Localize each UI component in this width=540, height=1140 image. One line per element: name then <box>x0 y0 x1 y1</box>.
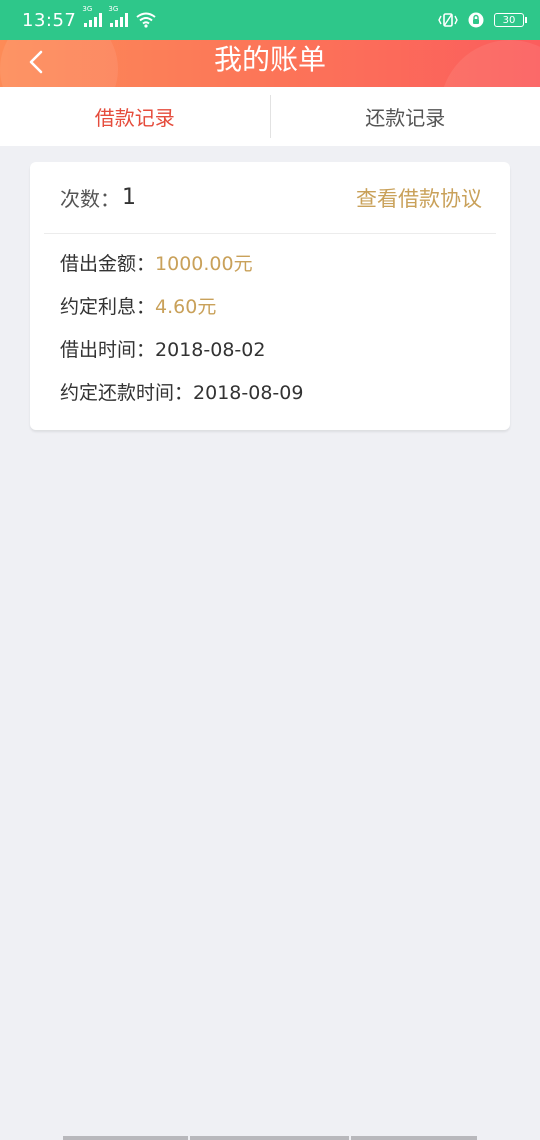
loan-record-card: 次数： 1 查看借款协议 借出金额：1000.00元 约定利息：4.60元 借出… <box>30 162 510 430</box>
tab-loan-records[interactable]: 借款记录 <box>0 87 270 146</box>
battery-icon: 30 <box>494 13 527 27</box>
loan-amount-label: 借出金额： <box>60 253 156 275</box>
repay-date-row: 约定还款时间：2018-08-09 <box>60 378 303 408</box>
interest-row: 约定利息：4.60元 <box>60 292 216 322</box>
record-tabs: 借款记录 还款记录 <box>0 87 540 146</box>
count-label: 次数： <box>60 187 120 211</box>
loan-date-label: 借出时间： <box>60 339 156 361</box>
repay-date-label: 约定还款时间： <box>60 382 194 404</box>
lock-icon <box>468 12 484 28</box>
status-time: 13:57 <box>22 9 77 31</box>
signal-icon: 3G <box>82 5 103 27</box>
status-bar: 13:57 3G 3G 30 <box>0 0 540 40</box>
wifi-icon <box>136 12 156 28</box>
view-loan-agreement-link[interactable]: 查看借款协议 <box>356 183 482 213</box>
sim1-network-type: 3G <box>82 5 93 13</box>
loan-amount-value: 1000.00元 <box>155 253 253 275</box>
bottom-scroll-indicator <box>351 1136 477 1140</box>
tab-repayment-records[interactable]: 还款记录 <box>271 87 540 146</box>
page-title: 我的账单 <box>213 43 326 76</box>
loan-amount-row: 借出金额：1000.00元 <box>60 249 253 279</box>
signal-icon: 3G <box>108 5 129 27</box>
sim2-network-type: 3G <box>108 5 119 13</box>
vibrate-icon <box>438 13 458 27</box>
loan-date-value: 2018-08-02 <box>155 339 266 361</box>
bottom-scroll-indicator <box>63 1136 188 1140</box>
bottom-scroll-indicator <box>190 1136 349 1140</box>
divider <box>44 233 496 234</box>
repay-date-value: 2018-08-09 <box>193 382 304 404</box>
record-header-row: 次数： 1 查看借款协议 <box>30 162 510 233</box>
loan-date-row: 借出时间：2018-08-02 <box>60 335 265 365</box>
interest-value: 4.60元 <box>155 296 217 318</box>
app-header: 我的账单 <box>0 40 540 87</box>
battery-level: 30 <box>502 14 516 26</box>
count-value: 1 <box>122 185 136 210</box>
interest-label: 约定利息： <box>60 296 156 318</box>
